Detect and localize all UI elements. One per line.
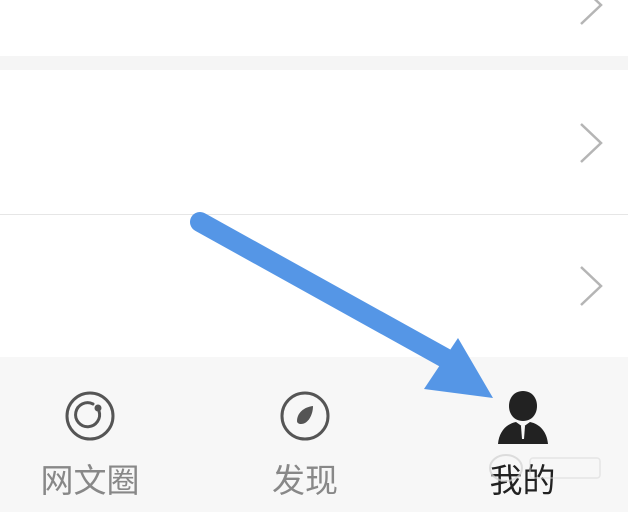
circle-ring-icon (65, 391, 115, 441)
tab-circle[interactable]: 网文圈 (0, 357, 180, 512)
tab-label: 发现 (272, 461, 338, 500)
discover-icon (280, 391, 330, 441)
profile-icon (497, 391, 548, 444)
bottom-tab-bar: 网文圈 发现 我的 (0, 357, 628, 512)
list-item[interactable] (0, 0, 628, 56)
chevron-right-icon (580, 266, 603, 306)
tab-label: 网文圈 (40, 461, 140, 500)
chevron-right-icon (580, 123, 603, 163)
tab-label: 我的 (489, 461, 556, 500)
chevron-right-icon (580, 0, 603, 25)
tab-me[interactable]: 我的 (430, 357, 615, 512)
list-item[interactable] (0, 214, 628, 357)
tab-discover[interactable]: 发现 (215, 357, 395, 512)
list-item[interactable] (0, 70, 628, 214)
